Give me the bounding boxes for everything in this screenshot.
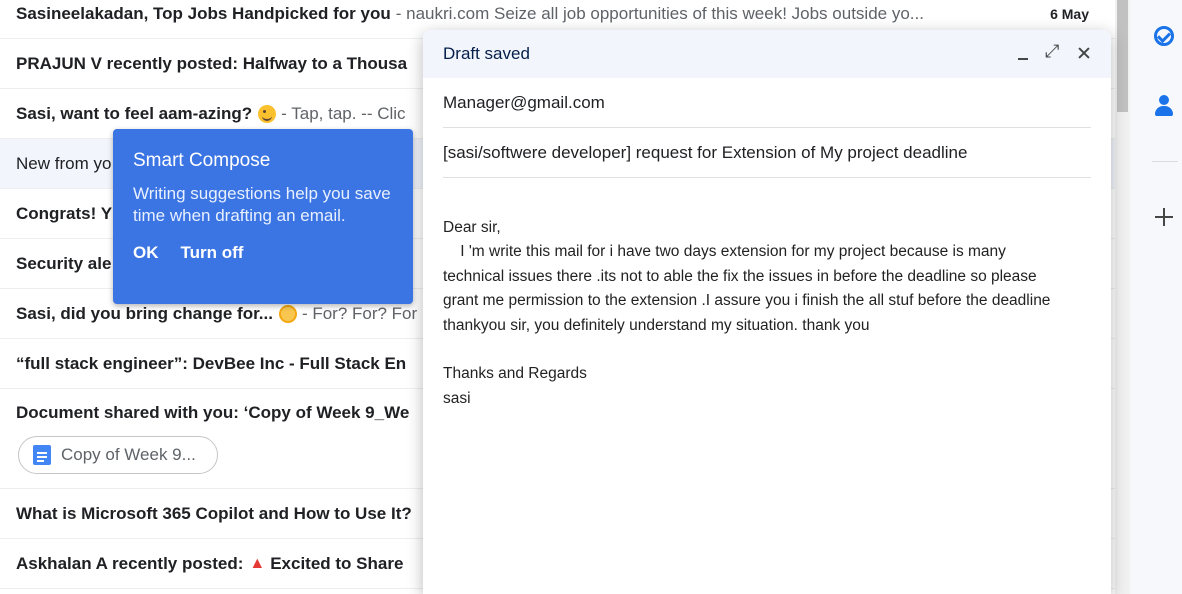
email-subject: New from yo [16,153,112,173]
close-icon[interactable] [1075,44,1093,62]
compose-title: Draft saved [443,44,530,63]
scrollbar-thumb[interactable] [1117,0,1128,112]
email-snippet: Excited to Share [270,553,404,573]
tasks-icon[interactable] [1154,26,1174,46]
minimize-icon[interactable] [1015,44,1033,62]
email-subject: Congrats! Y [16,203,113,223]
email-subject: Document shared with you: ‘Copy of Week … [16,403,410,422]
expand-icon[interactable] [1045,41,1063,62]
email-snippet: - For? For? For [301,303,418,323]
email-subject: Security ale [16,253,112,273]
plus-icon[interactable] [1154,207,1174,227]
attachment-chip-label: Copy of Week 9... [61,445,196,464]
side-panel-divider [1152,161,1178,162]
email-date: 6 May [1050,5,1089,22]
email-subject: Sasi, want to feel aam-azing? [16,103,253,123]
ok-button[interactable]: OK [133,243,159,263]
smart-compose-body: Writing suggestions help you save time w… [133,184,391,225]
email-subject: Sasi, did you bring change for... [16,303,273,323]
email-snippet: - naukri.com Seize all job opportunities… [395,3,924,23]
smart-compose-tooltip: Smart Compose Writing suggestions help y… [113,129,413,304]
email-subject: “full stack engineer”: DevBee Inc - Full… [16,353,407,373]
turn-off-button[interactable]: Turn off [181,243,244,263]
coin-emoji [278,304,297,323]
smart-compose-title: Smart Compose [133,150,271,171]
attachment-chip[interactable]: Copy of Week 9... [18,436,218,474]
email-subject: Askhalan A recently posted: [16,553,244,573]
email-subject: What is Microsoft 365 Copilot and How to… [16,503,412,523]
compose-window: Draft saved Manager@gmail.com [sasi/soft… [423,30,1111,594]
docs-icon [33,445,51,465]
email-snippet: - Tap, tap. -- Clic [281,103,406,123]
contacts-icon[interactable] [1154,95,1174,117]
message-body[interactable]: Dear sir, I 'm write this mail for i hav… [443,216,1091,411]
side-panel [1130,0,1182,594]
wink-emoji [258,104,277,123]
rocket-emoji: ▲ [249,554,266,572]
compose-header[interactable]: Draft saved [423,30,1111,78]
recipient-field[interactable]: Manager@gmail.com [443,78,1091,128]
email-subject: Sasineelakadan, Top Jobs Handpicked for … [16,3,391,23]
email-subject: PRAJUN V recently posted: Halfway to a T… [16,53,408,73]
subject-field[interactable]: [sasi/softwere developer] request for Ex… [443,128,1091,178]
